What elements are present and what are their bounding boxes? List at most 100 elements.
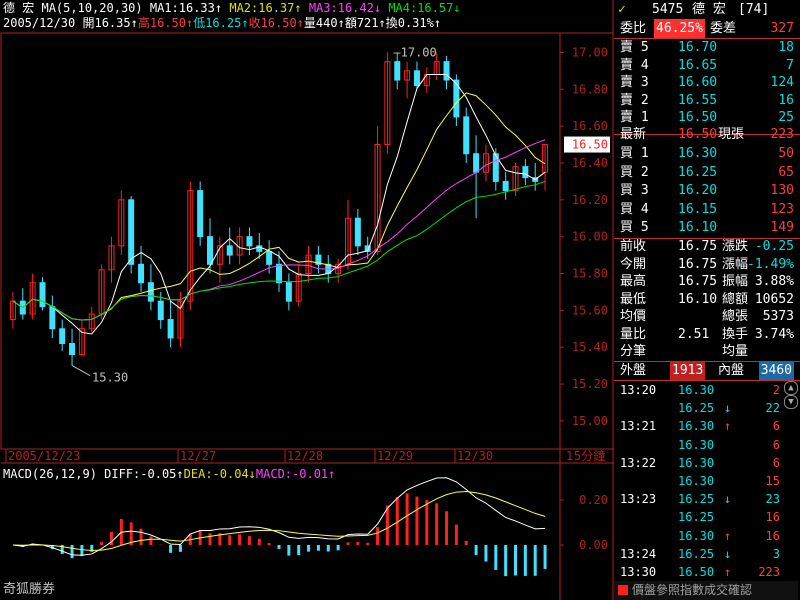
bid-volume: 123 (770, 201, 794, 217)
scroll-up-icon[interactable]: ▲ (784, 381, 798, 395)
ask-row[interactable]: 賣 5 16.70 18 (614, 38, 798, 57)
bid-volume: 65 (778, 164, 794, 180)
bar-low: 低16.25↑ (193, 16, 249, 30)
ask-volume: 124 (770, 75, 794, 90)
tick-volume: 16 (765, 510, 780, 525)
stat-value: 16.75 (678, 256, 718, 272)
ask-volume: 18 (778, 40, 794, 55)
bid-label: 買 5 (620, 220, 649, 235)
bid-row[interactable]: 買 2 16.25 65 (614, 163, 798, 182)
stat-label: 均量 (722, 344, 749, 359)
stat-row: 最高 16.75 振幅 3.88% (614, 272, 798, 291)
watermark-text: 奇狐勝券 (3, 582, 56, 597)
bid-price: 16.10 (678, 220, 718, 235)
macd-header: MACD(26,12,9) DIFF:-0.05↑DEA:-0.04↓MACD:… (3, 467, 335, 481)
inner-volume: 3460 (758, 361, 794, 380)
candle-body (197, 190, 204, 238)
tick-row: 13:23 16.25 ↓ 23 (614, 490, 798, 509)
stat-row: 量比 2.51 換手 3.74% (614, 325, 798, 344)
y-tick-label: 16.20 (572, 193, 608, 207)
stat-row: 今開 16.75 漲幅 -1.49% (614, 255, 798, 274)
tick-arrow-icon: ↑ (724, 565, 732, 579)
candle-body (49, 306, 56, 330)
x-tick-label: 12/30 (457, 449, 493, 463)
ma1-value: MA1:16.33↑ (149, 1, 223, 15)
bid-diff-value: 327 (770, 21, 794, 36)
ask-price: 16.65 (678, 57, 718, 73)
tick-row: 13:20 16.30 2 (614, 381, 798, 400)
tick-volume: 6 (772, 419, 780, 434)
candle-body (59, 328, 66, 345)
min-annotation: 15.30 (92, 371, 128, 385)
panel-stock-name: 德 宏 (692, 2, 726, 17)
tick-volume: 3 (772, 546, 780, 561)
bid-volume: 50 (778, 146, 794, 161)
tick-time: 13:24 (620, 546, 657, 561)
candle-body (413, 70, 420, 87)
ask-row[interactable]: 賣 3 16.60 124 (614, 73, 798, 92)
scroll-down-icon[interactable]: ▼ (784, 395, 798, 409)
stat-value: 10652 (754, 291, 794, 307)
bid-row[interactable]: 買 5 16.10 149 (614, 218, 798, 237)
y-tick-label: 16.80 (572, 82, 608, 96)
stat-value: 16.75 (678, 239, 718, 254)
bid-price: 16.25 (678, 164, 718, 180)
candle-body (394, 61, 401, 81)
ask-label: 賣 2 (620, 92, 649, 108)
candle-body (354, 217, 361, 247)
stat-row: 均價 總張 5373 (614, 307, 798, 326)
stat-label: 漲幅 (722, 256, 749, 272)
ask-label: 賣 4 (620, 57, 649, 73)
tick-row: 16.25 ↓ 22 (614, 399, 798, 418)
price-pane-frame (0, 32, 614, 450)
stat-value: 3.88% (754, 274, 794, 289)
stat-label: 分筆 (620, 344, 647, 359)
ask-row[interactable]: 賣 2 16.55 16 (614, 91, 798, 110)
stat-value: -0.25 (754, 239, 794, 254)
candle-body (147, 282, 154, 302)
ask-row[interactable]: 賣 4 16.65 7 (614, 56, 798, 75)
tick-row: 16.30 15 (614, 472, 798, 491)
tick-time: 13:21 (620, 419, 657, 434)
stat-label: 前收 (620, 239, 647, 254)
tick-time: 13:20 (620, 383, 657, 397)
tick-arrow-icon: ↓ (724, 546, 732, 561)
stat-value: 2.51 (678, 326, 710, 342)
candle-body (463, 116, 470, 155)
tick-time: 13:30 (620, 565, 657, 579)
check-icon[interactable]: ✓ (618, 0, 626, 19)
ask-label: 賣 3 (620, 75, 649, 90)
bid-price: 16.30 (678, 146, 718, 161)
bar-close: 收16.50↑ (248, 16, 304, 30)
interval-label[interactable]: 15分鐘 (566, 448, 605, 463)
y-tick-label: 16.00 (572, 230, 608, 244)
candle-body (522, 166, 529, 179)
bid-row[interactable]: 買 3 16.20 130 (614, 181, 798, 200)
bid-row[interactable]: 買 1 16.30 50 (614, 144, 798, 163)
candle-body (502, 180, 509, 192)
tick-volume: 22 (765, 401, 780, 416)
tick-price: 16.30 (678, 455, 715, 470)
x-tick-label: 12/28 (287, 449, 323, 463)
chart-area[interactable]: 17.00 16.80 16.60 16.40 16.20 16.00 15.80 15.60… (0, 0, 614, 600)
tick-arrow-icon: ↓ (724, 401, 732, 416)
stat-label: 量比 (620, 326, 647, 342)
ask-price: 16.55 (678, 92, 718, 108)
stat-row: 前收 16.75 漲跌 -0.25 (614, 237, 798, 256)
bid-label: 買 1 (620, 146, 649, 161)
bid-row[interactable]: 買 4 16.15 123 (614, 200, 798, 219)
ma-label: MA(5,10,20,30) (41, 1, 143, 15)
y-tick-label: 16.40 (572, 156, 608, 170)
tick-row: 16.25 16 (614, 508, 798, 527)
candle-body (207, 236, 214, 265)
ask-label: 賣 5 (620, 40, 649, 55)
status-text: 價盤參照指數成交確認 (632, 583, 753, 597)
stat-row: 分筆 均量 (614, 342, 798, 361)
tick-volume: 16 (765, 528, 780, 543)
candle-body (167, 319, 174, 339)
ask-price: 16.70 (678, 40, 718, 55)
y-tick-label: 15.20 (572, 377, 608, 391)
ask-volume: 7 (786, 57, 794, 73)
stat-label: 漲跌 (722, 239, 749, 254)
panel-title-row: ✓ 5475 德 宏 [74] (614, 0, 798, 19)
